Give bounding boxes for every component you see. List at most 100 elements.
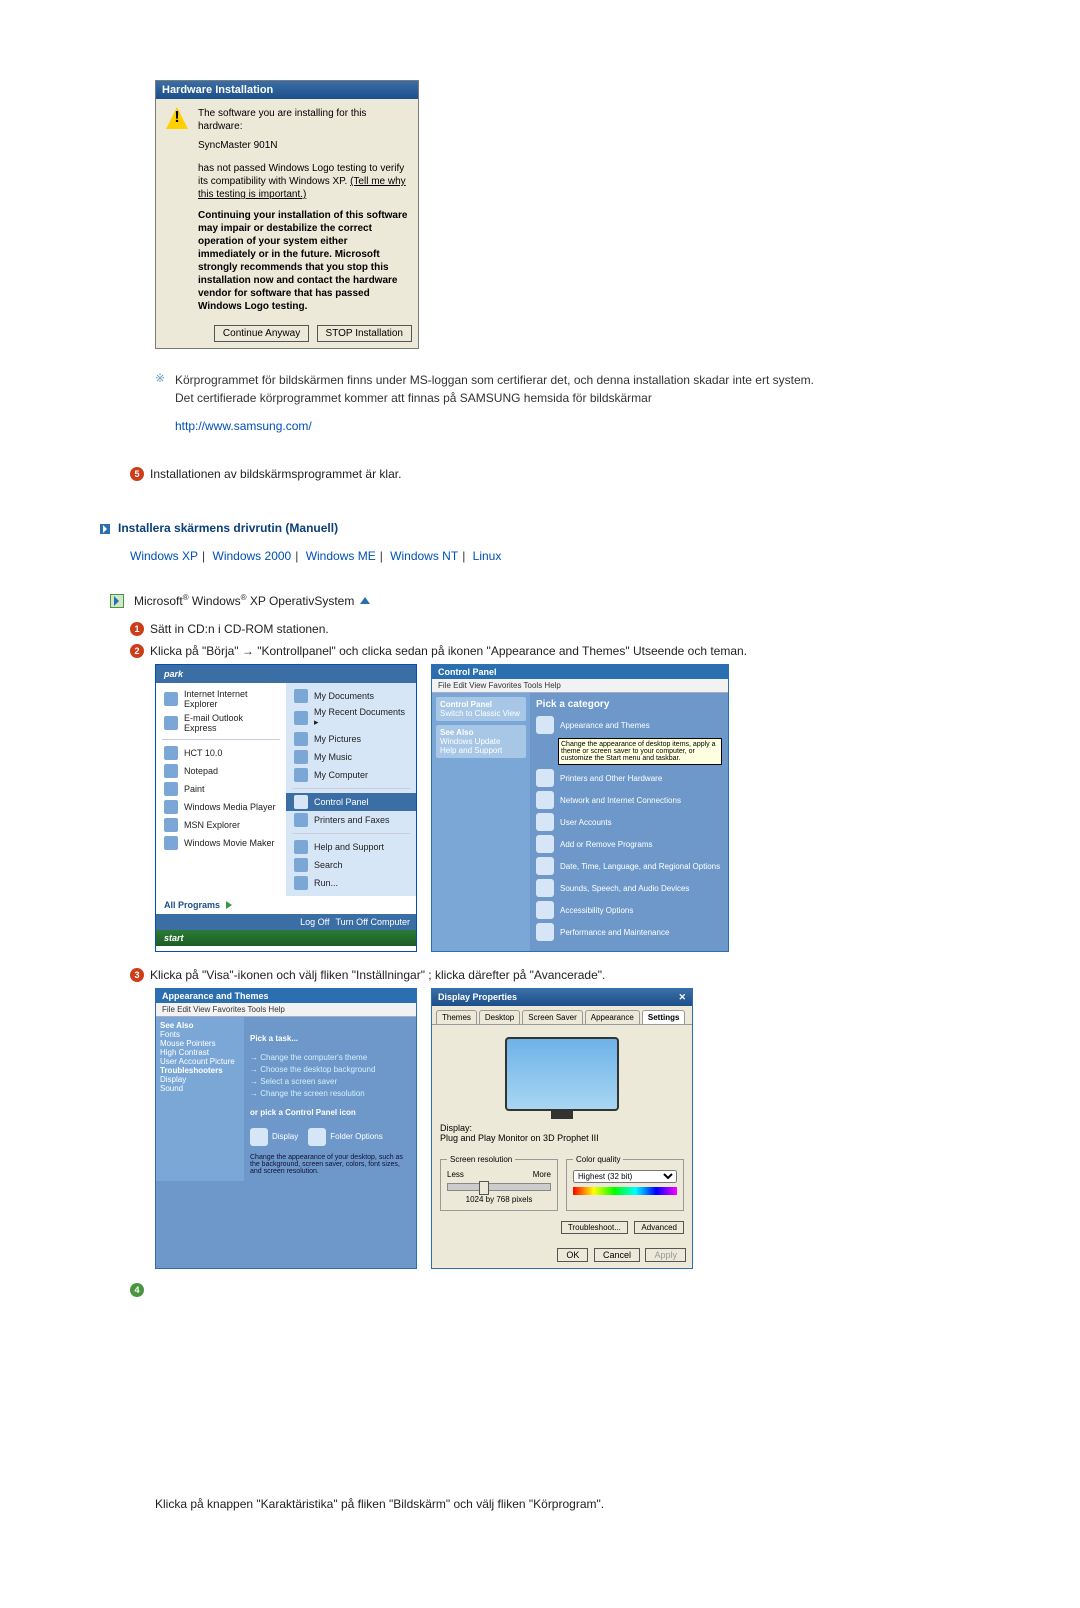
cp-category[interactable]: Printers and Other Hardware <box>536 769 722 787</box>
dialog-title: Hardware Installation <box>156 81 418 99</box>
link-linux[interactable]: Linux <box>473 549 502 563</box>
at-task[interactable]: → Choose the desktop background <box>250 1065 410 1074</box>
app-icon <box>164 764 178 778</box>
apply-button[interactable]: Apply <box>645 1248 686 1262</box>
continue-anyway-button[interactable]: Continue Anyway <box>214 325 309 342</box>
app-icon <box>164 746 178 760</box>
folder-icon <box>294 689 308 703</box>
start-right-item[interactable]: Search <box>286 856 416 874</box>
color-quality-select[interactable]: Highest (32 bit) <box>573 1170 677 1183</box>
cp-category[interactable]: Sounds, Speech, and Audio Devices <box>536 879 722 897</box>
control-panel-screenshot: Control Panel File Edit View Favorites T… <box>431 664 729 952</box>
or-pick-heading: or pick a Control Panel icon <box>250 1108 410 1117</box>
link-windows-me[interactable]: Windows ME <box>306 549 376 563</box>
troubleshoot-button[interactable]: Troubleshoot... <box>561 1221 628 1234</box>
cp-category[interactable]: Appearance and Themes <box>536 716 722 734</box>
category-icon <box>536 923 554 941</box>
cp-category[interactable]: Network and Internet Connections <box>536 791 722 809</box>
dlg-warning-bold: Continuing your installation of this sof… <box>198 209 408 313</box>
start-right-item[interactable]: Printers and Faxes <box>286 811 416 829</box>
stop-installation-button[interactable]: STOP Installation <box>317 325 412 342</box>
dlg-device: SyncMaster 901N <box>198 139 408 152</box>
app-icon <box>164 818 178 832</box>
category-icon <box>536 857 554 875</box>
cp-category[interactable]: Performance and Maintenance <box>536 923 722 941</box>
start-right-item[interactable]: My Computer <box>286 766 416 784</box>
cp-category[interactable]: User Accounts <box>536 813 722 831</box>
start-left-item[interactable]: Paint <box>156 780 286 798</box>
start-right-item[interactable]: My Documents <box>286 687 416 705</box>
cp-category[interactable]: Add or Remove Programs <box>536 835 722 853</box>
resolution-slider[interactable] <box>447 1183 551 1191</box>
start-left-item[interactable]: Notepad <box>156 762 286 780</box>
section-bullet-icon <box>100 524 110 534</box>
os-bullet-icon <box>110 594 124 608</box>
step-3-icon: 3 <box>130 968 144 982</box>
category-icon <box>536 769 554 787</box>
folder-icon <box>294 750 308 764</box>
dp-tab-screen-saver[interactable]: Screen Saver <box>522 1010 582 1024</box>
note-line2: Det certifierade körprogrammet kommer at… <box>175 389 814 407</box>
step-4-icon: 4 <box>130 1283 144 1297</box>
link-windows-2000[interactable]: Windows 2000 <box>213 549 292 563</box>
cancel-button[interactable]: Cancel <box>594 1248 640 1262</box>
start-right-item[interactable]: My Recent Documents ▸ <box>286 705 416 730</box>
category-icon <box>536 901 554 919</box>
at-side-troubleshoot: TroubleshootersDisplaySound <box>160 1066 240 1093</box>
appearance-themes-screenshot: Appearance and Themes File Edit View Fav… <box>155 988 417 1269</box>
folder-icon <box>294 795 308 809</box>
cp-side-seealso: See AlsoWindows UpdateHelp and Support <box>436 725 526 758</box>
at-task[interactable]: → Change the screen resolution <box>250 1089 410 1098</box>
ok-button[interactable]: OK <box>557 1248 588 1262</box>
start-left-item[interactable]: HCT 10.0 <box>156 744 286 762</box>
start-right-item[interactable]: Help and Support <box>286 838 416 856</box>
at-cp-icon[interactable]: Folder Options <box>308 1128 382 1146</box>
start-left-item[interactable]: Windows Media Player <box>156 798 286 816</box>
link-windows-xp[interactable]: Windows XP <box>130 549 198 563</box>
category-icon <box>536 716 554 734</box>
note-body: Körprogrammet för bildskärmen finns unde… <box>175 371 814 435</box>
app-icon <box>164 716 178 730</box>
start-left-item[interactable]: Windows Movie Maker <box>156 834 286 852</box>
start-left-item[interactable]: E-mail Outlook Express <box>156 711 286 735</box>
dp-tab-settings[interactable]: Settings <box>642 1010 686 1024</box>
display-label: Display: <box>440 1123 684 1133</box>
folder-icon <box>294 711 308 725</box>
start-right-item[interactable]: Run... <box>286 874 416 892</box>
app-icon <box>164 782 178 796</box>
start-button[interactable]: start <box>156 930 416 946</box>
folder-icon <box>294 813 308 827</box>
dp-tab-appearance[interactable]: Appearance <box>585 1010 640 1024</box>
screen-resolution-group: Screen resolution LessMore 1024 by 768 p… <box>440 1155 558 1211</box>
category-icon <box>536 835 554 853</box>
dp-tab-themes[interactable]: Themes <box>436 1010 477 1024</box>
advanced-button[interactable]: Advanced <box>634 1221 684 1234</box>
at-task[interactable]: → Change the computer's theme <box>250 1053 410 1062</box>
dp-tab-desktop[interactable]: Desktop <box>479 1010 520 1024</box>
all-programs[interactable]: All Programs <box>156 896 416 914</box>
cp-category[interactable]: Date, Time, Language, and Regional Optio… <box>536 857 722 875</box>
category-icon <box>536 879 554 897</box>
final-instruction: Klicka på knappen "Karaktäristika" på fl… <box>155 1497 1080 1511</box>
start-left-item[interactable]: Internet Internet Explorer <box>156 687 286 711</box>
os-links: Windows XP| Windows 2000| Windows ME| Wi… <box>130 549 1080 563</box>
collapse-up-icon[interactable] <box>360 597 370 604</box>
step-1-icon: 1 <box>130 622 144 636</box>
at-side-seealso: See AlsoFontsMouse PointersHigh Contrast… <box>160 1021 240 1066</box>
asterisk-icon: ※ <box>155 371 171 435</box>
turn-off-button[interactable]: Turn Off Computer <box>335 917 410 927</box>
start-right-item[interactable]: My Music <box>286 748 416 766</box>
start-right-item[interactable]: My Pictures <box>286 730 416 748</box>
start-left-item[interactable]: MSN Explorer <box>156 816 286 834</box>
cp-category[interactable]: Accessibility Options <box>536 901 722 919</box>
link-windows-nt[interactable]: Windows NT <box>390 549 458 563</box>
display-value: Plug and Play Monitor on 3D Prophet III <box>440 1133 684 1143</box>
samsung-link[interactable]: http://www.samsung.com/ <box>175 419 312 433</box>
folder-icon <box>294 732 308 746</box>
close-icon[interactable]: ✕ <box>678 992 686 1003</box>
at-cp-icon[interactable]: Display <box>250 1128 298 1146</box>
log-off-button[interactable]: Log Off <box>300 917 329 927</box>
at-task[interactable]: → Select a screen saver <box>250 1077 410 1086</box>
switch-classic-link[interactable]: Switch to Classic View <box>440 709 520 718</box>
start-control-panel-item[interactable]: Control Panel <box>286 793 416 811</box>
